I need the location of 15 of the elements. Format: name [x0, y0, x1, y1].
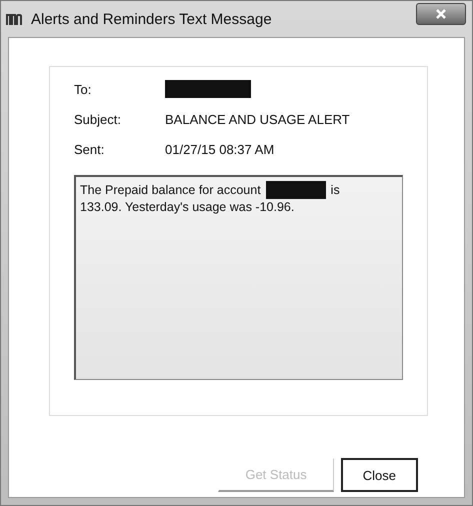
- message-text: The Prepaid balance for account: [80, 182, 261, 196]
- app-icon: [5, 11, 25, 27]
- window-title: Alerts and Reminders Text Message: [31, 10, 272, 28]
- message-field[interactable]: The Prepaid balance for account is 133.09. Yesterday's usage was -10.96.: [74, 175, 403, 380]
- field-label: Subject:: [74, 112, 122, 126]
- dialog-button[interactable]: Close: [340, 458, 418, 492]
- message-text: 133.09. Yesterday's usage was -10.96.: [80, 200, 294, 214]
- field-value: BALANCE AND USAGE ALERT: [165, 112, 350, 126]
- field-label: Sent:: [74, 142, 106, 156]
- message-text: is: [330, 182, 340, 196]
- close-button[interactable]: [416, 3, 466, 25]
- field-label: To:: [74, 82, 92, 96]
- close-icon: [435, 8, 447, 20]
- redaction-bar: [266, 180, 326, 198]
- field-value: 01/27/15 08:37 AM: [165, 142, 274, 156]
